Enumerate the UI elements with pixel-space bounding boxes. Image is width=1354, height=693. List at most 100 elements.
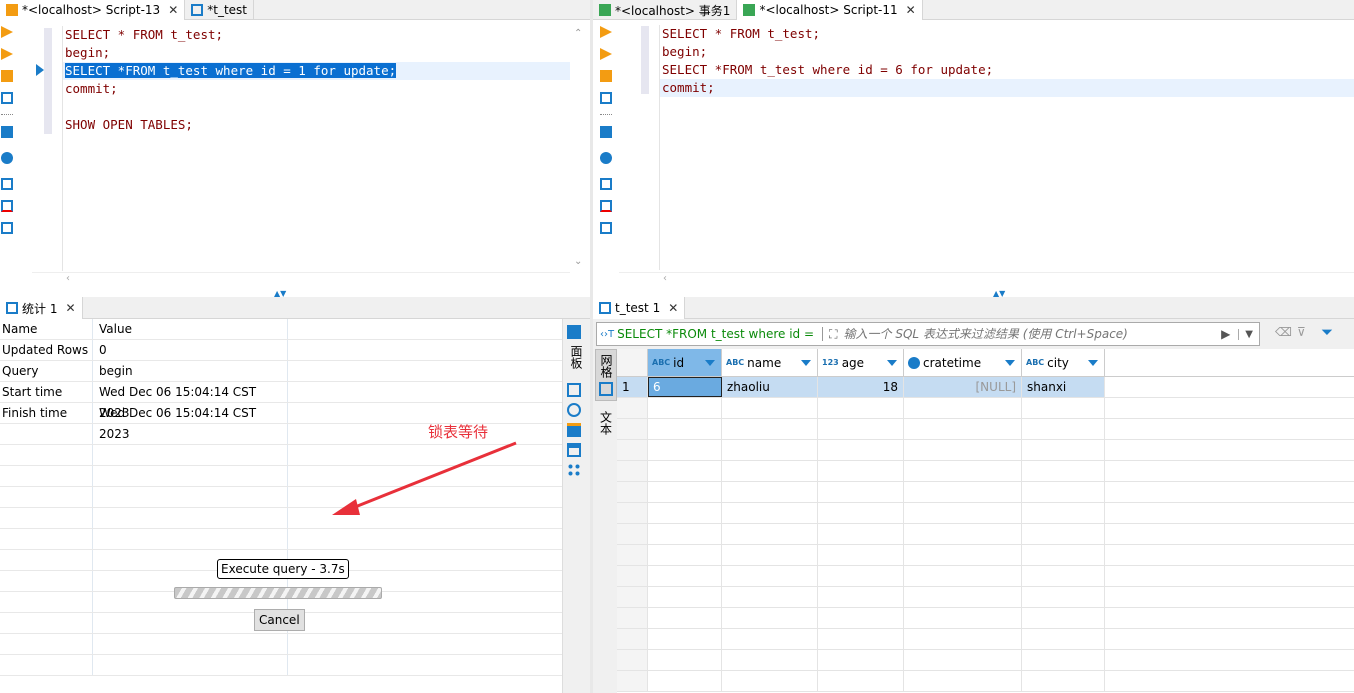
grid-cell[interactable] xyxy=(904,545,1022,565)
sort-dropdown-icon[interactable] xyxy=(1005,360,1015,366)
grid-cell[interactable] xyxy=(1022,419,1105,439)
grid-cell[interactable]: shanxi xyxy=(1022,377,1105,397)
grid-cell[interactable] xyxy=(722,398,818,418)
column-header-id[interactable]: ABC id xyxy=(648,349,722,376)
grid-cell[interactable] xyxy=(722,524,818,544)
close-icon[interactable]: ✕ xyxy=(668,301,678,315)
execute-icon[interactable] xyxy=(600,26,612,38)
expand-icon[interactable]: ⛶ xyxy=(823,327,843,342)
grid-cell[interactable]: 6 xyxy=(648,377,722,397)
grid-cell[interactable] xyxy=(904,524,1022,544)
grid-cell[interactable] xyxy=(1022,608,1105,628)
grid-cell[interactable] xyxy=(1022,503,1105,523)
grid-cell[interactable] xyxy=(648,503,722,523)
grid-cell[interactable] xyxy=(722,503,818,523)
grid-cell[interactable] xyxy=(904,419,1022,439)
filter-history-dropdown-icon[interactable]: ▼ xyxy=(1238,328,1259,340)
grid-row[interactable] xyxy=(617,650,1354,671)
grid-row[interactable] xyxy=(617,608,1354,629)
column-header-city[interactable]: ABC city xyxy=(1022,349,1105,376)
apply-filter-icon[interactable]: ▶ xyxy=(1213,327,1238,341)
grid-cell[interactable] xyxy=(722,419,818,439)
filter-clear-icon[interactable]: ⊽ xyxy=(1297,325,1306,339)
calendar-icon[interactable] xyxy=(567,423,581,437)
grid-row[interactable] xyxy=(617,503,1354,524)
column-header-age[interactable]: 123 age xyxy=(818,349,904,376)
circle-dots-icon[interactable] xyxy=(567,403,581,417)
grid-cell[interactable] xyxy=(818,398,904,418)
grid-cell[interactable] xyxy=(648,650,722,670)
grid-cell[interactable] xyxy=(722,587,818,607)
column-header-cratetime[interactable]: cratetime xyxy=(904,349,1022,376)
execute-icon[interactable] xyxy=(1,26,13,38)
horizontal-scrollbar[interactable]: ‹ xyxy=(619,272,1354,288)
sql-editor[interactable]: SELECT * FROM t_test; begin; SELECT *FROM … xyxy=(62,26,570,271)
grid-cell[interactable] xyxy=(648,419,722,439)
grid-cell[interactable] xyxy=(1022,587,1105,607)
grid-row[interactable] xyxy=(617,440,1354,461)
grid-row[interactable] xyxy=(617,482,1354,503)
column-header-name[interactable]: ABC name xyxy=(722,349,818,376)
tab-transaction-1[interactable]: *<localhost> 事务1 xyxy=(593,0,738,20)
grid-row[interactable] xyxy=(617,587,1354,608)
grid-cell[interactable] xyxy=(818,524,904,544)
grid-cell[interactable] xyxy=(904,398,1022,418)
grid-cell[interactable] xyxy=(648,524,722,544)
code-line[interactable]: SELECT *FROM t_test where id = 1 for upd… xyxy=(63,62,570,80)
tab-t-test[interactable]: *t_test xyxy=(185,0,255,20)
code-line[interactable]: SELECT *FROM t_test where id = 6 for upd… xyxy=(660,61,1354,79)
sql-editor[interactable]: SELECT * FROM t_test; begin; SELECT *FROM … xyxy=(659,25,1354,270)
execute-new-tab-icon[interactable] xyxy=(1,48,13,60)
explain-icon[interactable] xyxy=(600,92,612,104)
error-log-icon[interactable] xyxy=(1,200,13,212)
layout-icon[interactable] xyxy=(567,443,581,457)
grid-cell[interactable] xyxy=(818,566,904,586)
export-icon[interactable] xyxy=(1,178,13,190)
grid-cell[interactable] xyxy=(722,629,818,649)
grid-cell[interactable] xyxy=(648,398,722,418)
side-tab-text[interactable]: 文本 xyxy=(595,401,617,445)
code-line[interactable]: commit; xyxy=(63,80,570,98)
grid-cell[interactable] xyxy=(648,608,722,628)
grid-cell[interactable] xyxy=(818,419,904,439)
grid-cell[interactable] xyxy=(904,440,1022,460)
tab-stats-1[interactable]: 统计 1 ✕ xyxy=(0,297,83,319)
code-line[interactable]: SHOW OPEN TABLES; xyxy=(63,116,570,134)
grid-cell[interactable] xyxy=(904,671,1022,691)
grid-cell[interactable] xyxy=(722,440,818,460)
grid-cell[interactable] xyxy=(722,650,818,670)
grid-cell[interactable] xyxy=(818,482,904,502)
code-line[interactable]: begin; xyxy=(63,44,570,62)
grid-row[interactable] xyxy=(617,566,1354,587)
grid-cell[interactable] xyxy=(1022,461,1105,481)
grid-cell[interactable] xyxy=(818,545,904,565)
grid-cell[interactable] xyxy=(818,440,904,460)
grid-cell[interactable] xyxy=(648,482,722,502)
grid-row[interactable] xyxy=(617,398,1354,419)
grid-cell[interactable] xyxy=(818,503,904,523)
side-tab-grid[interactable]: 网格 xyxy=(595,349,617,401)
grid-cell[interactable] xyxy=(648,440,722,460)
grid-cell[interactable] xyxy=(904,629,1022,649)
grid-row[interactable] xyxy=(617,545,1354,566)
filter-icon[interactable]: ⏷ xyxy=(1321,323,1333,341)
variables-icon[interactable] xyxy=(600,222,612,234)
grid-cell[interactable] xyxy=(904,503,1022,523)
grid-cell[interactable] xyxy=(1022,650,1105,670)
gear-icon[interactable] xyxy=(600,152,612,164)
execute-script-icon[interactable] xyxy=(1,70,13,82)
grid-cell[interactable] xyxy=(722,482,818,502)
code-line[interactable]: SELECT * FROM t_test; xyxy=(63,26,570,44)
options-icon[interactable] xyxy=(567,463,581,477)
close-icon[interactable]: ✕ xyxy=(906,3,916,17)
grid-row[interactable] xyxy=(617,524,1354,545)
grid-cell[interactable] xyxy=(1022,482,1105,502)
grid-cell[interactable] xyxy=(1022,440,1105,460)
variables-icon[interactable] xyxy=(1,222,13,234)
error-log-icon[interactable] xyxy=(600,200,612,212)
code-line[interactable]: commit; xyxy=(660,79,1354,97)
horizontal-scrollbar[interactable]: ‹ xyxy=(32,272,570,288)
grid-cell[interactable] xyxy=(1022,629,1105,649)
scroll-down-icon[interactable]: ⌄ xyxy=(574,256,582,267)
grid-cell[interactable] xyxy=(818,461,904,481)
